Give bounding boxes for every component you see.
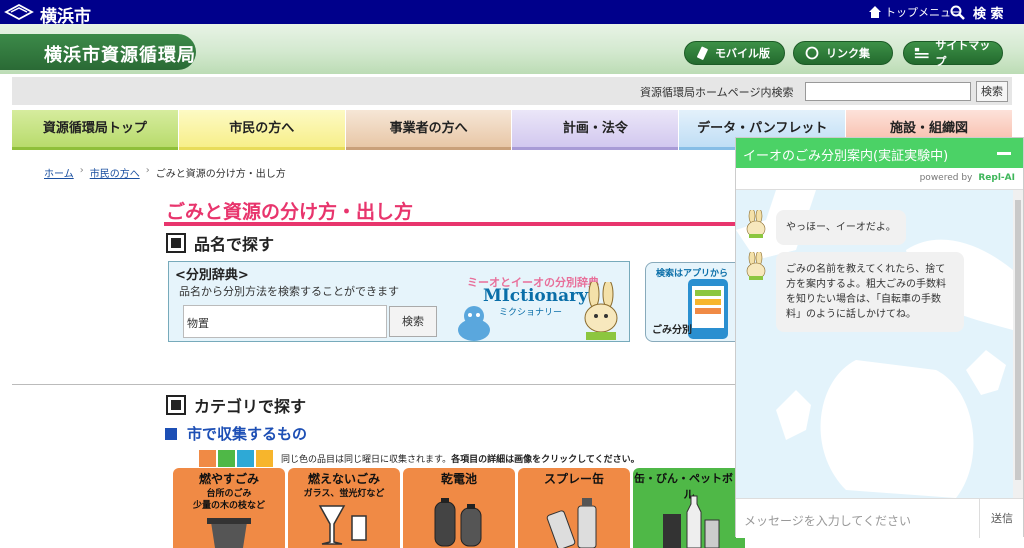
mobile-version-button[interactable]: モバイル版 bbox=[684, 41, 785, 65]
link-icon bbox=[805, 46, 819, 60]
color-legend: 同じ色の品目は同じ曜日に収集されます。各項目の詳細は画像をクリックしてください。 bbox=[199, 450, 640, 467]
mio-character-icon bbox=[458, 306, 490, 341]
app-banner[interactable]: 検索はアプリから ごみ分別 bbox=[645, 262, 740, 342]
category-sub-2: 少量の木の枝など bbox=[192, 501, 265, 511]
tab-citizens[interactable]: 市民の方へ bbox=[178, 110, 345, 150]
legend-color-blue bbox=[237, 450, 254, 467]
chat-title: イーオのごみ分別案内(実証実験中) bbox=[743, 149, 949, 164]
category-card-non-burnable[interactable]: 燃えないごみ ガラス、蛍光灯など bbox=[288, 468, 400, 548]
bottle-icon bbox=[663, 495, 720, 548]
dictionary-heading: <分別辞典> bbox=[175, 268, 249, 283]
breadcrumb-citizens[interactable]: 市民の方へ bbox=[90, 165, 140, 180]
burnable-trash-icon bbox=[207, 518, 251, 548]
tab-bureau-top[interactable]: 資源循環局トップ bbox=[12, 110, 178, 150]
page-title: ごみと資源の分け方・出し方 bbox=[166, 201, 414, 223]
category-name: 燃えないごみ bbox=[307, 472, 380, 486]
sitemap-label: サイトマップ bbox=[935, 39, 991, 68]
bureau-logo-link[interactable]: 横浜市資源循環局 bbox=[0, 34, 196, 70]
links-label: リンク集 bbox=[826, 47, 870, 60]
category-card-cans-bottles[interactable]: 缶・びん・ペットボトル bbox=[633, 468, 745, 548]
dictionary-description: 品名から分別方法を検索することができます bbox=[179, 285, 399, 298]
dictionary-search-input[interactable]: 物置 bbox=[183, 305, 387, 338]
city-search-link[interactable]: 検 索 bbox=[950, 3, 1004, 22]
battery-icon bbox=[434, 498, 482, 547]
provider-name[interactable]: Repl-AI bbox=[978, 173, 1015, 183]
search-icon bbox=[950, 5, 965, 20]
dictionary-brand-reading: ミクショナリー bbox=[499, 308, 563, 318]
section-heading-by-category: カテゴリで探す bbox=[166, 393, 306, 417]
breadcrumb-home[interactable]: ホーム bbox=[44, 165, 74, 180]
blue-square-bullet-icon bbox=[165, 427, 177, 440]
chat-message-area: やっほー、イーオだよ。 ごみの名前を教えてくれたら、捨て方を案内するよ。粗大ごみ… bbox=[736, 190, 1013, 498]
eo-avatar-icon bbox=[746, 210, 766, 238]
links-button[interactable]: リンク集 bbox=[793, 41, 893, 65]
breadcrumb-separator-icon: › bbox=[79, 165, 84, 176]
top-menu-link[interactable]: トップメニュー bbox=[868, 4, 962, 20]
bureau-header: 横浜市資源循環局 モバイル版 リンク集 サイトマップ bbox=[0, 24, 1024, 74]
site-search-bar: 資源循環局ホームページ内検索 検索 bbox=[12, 77, 1012, 105]
divider bbox=[12, 384, 736, 385]
chat-send-button[interactable]: 送信 bbox=[979, 499, 1024, 538]
chat-widget: イーオのごみ分別案内(実証実験中) powered by Repl-AI やっほー… bbox=[735, 137, 1024, 538]
yokohama-emblem-icon[interactable] bbox=[4, 3, 34, 21]
mobile-version-label: モバイル版 bbox=[715, 47, 770, 60]
legend-note: 同じ色の品目は同じ曜日に収集されます。各項目の詳細は画像をクリックしてください。 bbox=[281, 455, 640, 465]
dictionary-search-button[interactable]: 検索 bbox=[389, 306, 437, 337]
breadcrumb-separator-icon: › bbox=[145, 165, 150, 176]
sitemap-icon bbox=[914, 47, 929, 59]
chat-input-bar: メッセージを入力してください 送信 bbox=[736, 498, 1023, 538]
site-search-button[interactable]: 検索 bbox=[976, 81, 1008, 102]
chat-message: ごみの名前を教えてくれたら、捨て方を案内するよ。粗大ごみの手数料を知りたい場合は… bbox=[776, 252, 964, 332]
spray-can-icon bbox=[546, 498, 597, 548]
category-sub-1: ガラス、蛍光灯など bbox=[303, 489, 385, 499]
legend-color-yellow bbox=[256, 450, 273, 467]
category-name: 乾電池 bbox=[440, 472, 477, 486]
powered-by-label: powered by bbox=[919, 173, 973, 183]
chat-message: やっほー、イーオだよ。 bbox=[776, 210, 906, 245]
city-top-bar: 横浜市 トップメニュー 検 索 bbox=[0, 0, 1024, 27]
category-card-burnable[interactable]: 燃やすごみ 台所のごみ 少量の木の枝など bbox=[173, 468, 285, 548]
eo-avatar-icon bbox=[746, 252, 766, 280]
mobile-icon bbox=[697, 46, 708, 60]
breadcrumb-current: ごみと資源の分け方・出し方 bbox=[155, 169, 286, 180]
chat-header[interactable]: イーオのごみ分別案内(実証実験中) bbox=[736, 138, 1023, 168]
glass-icon bbox=[318, 505, 367, 545]
legend-color-orange bbox=[199, 450, 216, 467]
category-name: スプレー缶 bbox=[543, 472, 604, 486]
square-bullet-icon bbox=[166, 395, 186, 415]
tab-businesses[interactable]: 事業者の方へ bbox=[345, 110, 512, 150]
legend-color-green bbox=[218, 450, 235, 467]
chat-powered-by: powered by Repl-AI bbox=[736, 168, 1023, 190]
category-card-batteries[interactable]: 乾電池 bbox=[403, 468, 515, 548]
section-heading-search-by-name: 品名で探す bbox=[166, 231, 274, 255]
section-heading-search-by-name-text: 品名で探す bbox=[194, 235, 275, 254]
site-search-label: 資源循環局ホームページ内検索 bbox=[640, 86, 794, 99]
title-underline bbox=[164, 222, 744, 226]
breadcrumb: ホーム › 市民の方へ › ごみと資源の分け方・出し方 bbox=[44, 165, 286, 180]
sub-heading-city-collection: 市で収集するもの bbox=[165, 423, 307, 444]
eo-character-icon bbox=[584, 282, 618, 340]
category-cards: 燃やすごみ 台所のごみ 少量の木の枝など 燃えないごみ ガラス、蛍光灯など 乾電… bbox=[173, 468, 745, 548]
site-search-input[interactable] bbox=[805, 82, 971, 101]
chat-scrollbar[interactable] bbox=[1013, 190, 1023, 498]
square-bullet-icon bbox=[166, 233, 186, 253]
chat-minimize-icon[interactable] bbox=[997, 152, 1011, 155]
chat-message-input[interactable]: メッセージを入力してください bbox=[744, 512, 911, 529]
category-card-spray-cans[interactable]: スプレー缶 bbox=[518, 468, 630, 548]
category-name: 燃やすごみ bbox=[198, 472, 259, 486]
tab-plans-laws[interactable]: 計画・法令 bbox=[512, 110, 679, 150]
home-icon bbox=[869, 6, 881, 18]
sub-heading-city-collection-text: 市で収集するもの bbox=[187, 425, 308, 443]
section-heading-by-category-text: カテゴリで探す bbox=[194, 397, 307, 416]
dictionary-search-box: <分別辞典> 品名から分別方法を検索することができます 物置 検索 ミーオとイー… bbox=[168, 261, 630, 342]
chat-scrollbar-thumb[interactable] bbox=[1015, 200, 1021, 480]
city-search-label: 検 索 bbox=[973, 7, 1004, 22]
app-logo-text: ごみ分別 bbox=[652, 325, 692, 336]
sitemap-button[interactable]: サイトマップ bbox=[903, 39, 1003, 68]
